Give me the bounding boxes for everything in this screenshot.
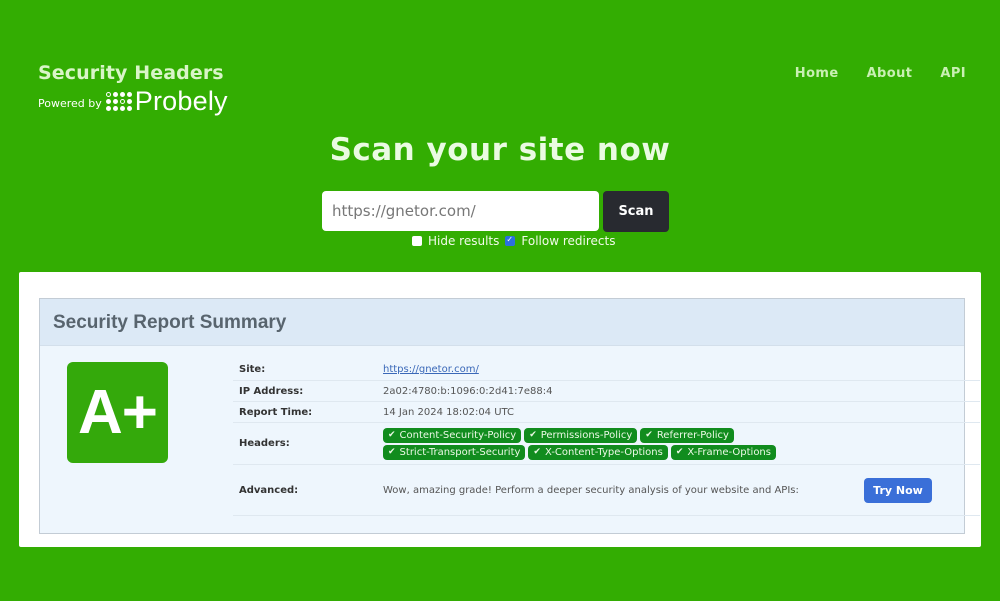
follow-redirects-checkbox[interactable] — [505, 235, 516, 246]
check-icon: ✔ — [388, 447, 396, 457]
check-icon: ✔ — [645, 430, 653, 440]
row-advanced: Advanced: Wow, amazing grade! Perform a … — [233, 465, 980, 516]
ip-label: IP Address: — [239, 385, 304, 397]
report-time-label: Report Time: — [239, 406, 313, 418]
hide-results-label: Hide results — [428, 234, 500, 248]
header-name: Content-Security-Policy — [399, 429, 517, 441]
header-pills: ✔ Content-Security-Policy ✔ Permissions-Po… — [383, 427, 873, 460]
check-icon: ✔ — [675, 447, 684, 457]
url-input[interactable] — [322, 191, 599, 231]
ip-value: 2a02:4780:b:1096:0:2d41:7e88:4 — [383, 385, 553, 397]
hero-title: Scan your site now — [329, 132, 671, 168]
follow-redirects-option[interactable]: Follow redirects — [505, 234, 615, 248]
top-nav: Home About API — [795, 66, 966, 81]
header-name: Strict-Transport-Security — [399, 446, 521, 458]
check-icon: ✔ — [529, 430, 537, 440]
header-pill[interactable]: ✔ X-Frame-Options — [670, 444, 776, 460]
probely-wordmark: Probely — [134, 86, 228, 116]
header-name: X-Frame-Options — [687, 446, 771, 458]
probely-logo-icon — [105, 92, 132, 111]
brand-title: Security Headers — [38, 62, 224, 84]
grade-badge: A+ — [67, 362, 168, 463]
try-now-button[interactable]: Try Now — [864, 477, 932, 503]
follow-redirects-label: Follow redirects — [521, 234, 616, 248]
scan-button[interactable]: Scan — [603, 191, 669, 232]
check-icon: ✔ — [533, 447, 541, 457]
nav-api[interactable]: API — [940, 66, 966, 81]
row-headers: Headers: ✔ Content-Security-Policy ✔ Permi… — [233, 423, 980, 465]
header-pill[interactable]: ✔ X-Content-Type-Options — [528, 444, 668, 460]
brand[interactable]: Security Headers Powered by Probely — [38, 62, 228, 117]
advanced-label: Advanced: — [239, 484, 299, 496]
header-name: X-Content-Type-Options — [544, 446, 663, 458]
report-table: Site: https://gnetor.com/ IP Address: 2a… — [233, 359, 980, 516]
nav-home[interactable]: Home — [795, 66, 839, 81]
header-pill[interactable]: ✔ Content-Security-Policy — [383, 427, 522, 443]
powered-by: Powered by Probely — [38, 86, 228, 117]
header-pill[interactable]: ✔ Permissions-Policy — [524, 427, 638, 443]
scan-options: Hide results Follow redirects — [412, 234, 621, 248]
report-header: Security Report Summary — [40, 299, 964, 346]
site-label: Site: — [239, 364, 266, 375]
results-card: Security Report Summary A+ Site: https:/… — [19, 272, 981, 547]
header-pill[interactable]: ✔ Referrer-Policy — [640, 427, 734, 443]
hide-results-option[interactable]: Hide results — [412, 234, 499, 248]
report-title: Security Report Summary — [53, 312, 287, 333]
powered-by-label: Powered by — [38, 97, 102, 110]
header-name: Permissions-Policy — [540, 429, 633, 441]
advanced-text: Wow, amazing grade! Perform a deeper sec… — [383, 484, 799, 496]
nav-about[interactable]: About — [867, 66, 913, 81]
check-icon: ✔ — [388, 430, 396, 440]
security-report: Security Report Summary A+ Site: https:/… — [39, 298, 980, 534]
row-ip-address: IP Address: 2a02:4780:b:1096:0:2d41:7e88… — [233, 381, 980, 402]
row-site: Site: https://gnetor.com/ — [233, 359, 980, 381]
site-link[interactable]: https://gnetor.com/ — [383, 364, 479, 375]
hide-results-checkbox[interactable] — [412, 236, 422, 246]
header-name: Referrer-Policy — [656, 429, 729, 441]
report-time-value: 14 Jan 2024 18:02:04 UTC — [383, 406, 515, 418]
scan-form: Scan — [322, 191, 669, 232]
headers-label: Headers: — [239, 438, 290, 449]
header-pill[interactable]: ✔ Strict-Transport-Security — [383, 444, 526, 460]
row-report-time: Report Time: 14 Jan 2024 18:02:04 UTC — [233, 402, 980, 423]
